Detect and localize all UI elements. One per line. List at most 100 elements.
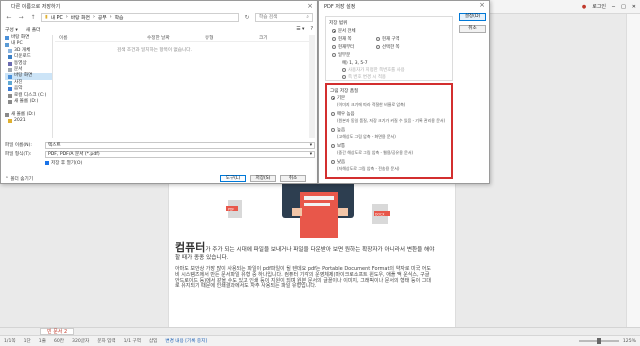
picture-icon [8,80,12,85]
image-quality-group: 그림 저장 품질 기본 (이미지 크기에 따라 적절한 비율로 압축) 매우 높… [325,83,453,179]
address-segment[interactable]: 내 PC [51,14,63,21]
file-type-select[interactable]: PDF, PDF/A 문서 (*.pdf) ▾ [45,150,315,158]
address-segment[interactable]: 바탕 화면 [71,14,90,21]
hide-folders-toggle[interactable]: ⌃ 폴더 숨기기 [5,176,33,182]
app-window-controls: ● 로그인 ─ □ ✕ [582,3,636,11]
pdf-cancel-button[interactable]: 취소 [459,25,486,33]
range-current-section-option[interactable]: 현재 구역 [376,36,400,42]
file-list[interactable]: 이름 수정한 날짜 유형 크기 검색 조건과 일치하는 항목이 없습니다. [55,35,309,138]
desktop-icon [5,36,9,41]
file-list-header: 이름 수정한 날짜 유형 크기 [55,35,309,42]
status-track[interactable]: 변경 내용 [기록 중지] [165,338,207,344]
tools-button[interactable]: 도구(L) [220,175,246,182]
checkbox[interactable] [45,161,49,165]
column-date[interactable]: 수정한 날짜 [147,35,205,41]
close-icon[interactable]: × [307,2,313,10]
status-cell: 60칸 [53,339,65,344]
help-icon[interactable]: ? [310,27,313,32]
empty-message: 검색 조건과 일치하는 항목이 없습니다. [117,48,192,53]
quality-high-option[interactable]: 높음 [331,127,345,133]
cube-icon [8,48,12,53]
close-icon[interactable]: × [479,1,485,9]
cancel-button[interactable]: 취소 [280,175,306,182]
zoom-handle[interactable] [596,338,601,344]
status-insert[interactable]: 삽입 [149,338,157,344]
file-type-row: 파일 형식(T): PDF, PDF/A 문서 (*.pdf) ▾ [5,150,315,158]
column-type[interactable]: 유형 [205,35,259,41]
view-options-icon[interactable]: ☰ ▾ [296,27,304,32]
radio-selected [332,29,336,33]
save-range-group: 저장 범위 문서 전체 현재 쪽 현재 구역 현재부터 선택한 쪽 일부분 예)… [325,16,453,81]
quality-low-option[interactable]: 낮음 [331,159,345,165]
range-from-current-option[interactable]: 현재부터 [332,44,354,50]
forward-icon[interactable]: → [17,14,25,21]
document-tab[interactable]: 빈 문서 2 [40,328,75,335]
file-name-input[interactable]: 텍스트 ▾ [45,141,315,149]
drive-icon [8,93,12,98]
heading-rest: 가 주가 되는 시대에 파일을 보내거나 파일을 다운받아 보면 원하는 확장자… [175,247,435,261]
search-placeholder: 학습 검색 [259,15,278,20]
dialog-title: 다른 이름으로 저장하기 [11,4,61,10]
status-input: 문자 입력 [97,339,116,344]
download-icon [8,55,12,60]
status-section: 1/1 구역 [123,339,141,344]
quality-normal-desc: (중간 해상도로 그림 압축 - 웹용/공유용 문서) [337,150,414,155]
minimize-icon[interactable]: ─ [612,4,615,10]
user-icon[interactable]: ● [582,4,586,10]
up-icon[interactable]: ↑ [29,14,37,21]
image-quality-title: 그림 저장 품질 [330,89,359,94]
vertical-scrollbar[interactable] [309,35,315,138]
refresh-icon[interactable]: ↻ [243,14,251,21]
document-paragraph: 아마도 보안상 가장 많이 사용되는 파일이 pdf파일이 될 텐데요 pdf는… [175,266,431,290]
address-bar[interactable]: ▮ 내 PC › 바탕 화면 › 공부 › 학습 [41,12,239,22]
status-bar: 1/1쪽 1단 1줄 60칸 320글자 문자 입력 1/1 구역 삽입 변경 … [0,335,640,346]
quality-default-desc: (이미지 크기에 따라 적절한 비율로 압축) [337,102,406,107]
address-segment[interactable]: 학습 [115,14,124,21]
zoom-level[interactable]: 125% [623,339,636,344]
navigation-row: ← → ↑ ▮ 내 PC › 바탕 화면 › 공부 › 학습 ↻ 학습 검색 ⌕ [5,12,313,22]
status-chars: 320글자 [72,339,90,344]
document-illustration: PDF DOCX [222,178,402,240]
pc-icon [5,42,9,47]
quality-normal-option[interactable]: 보통 [331,143,345,149]
svg-text:DOCX: DOCX [375,213,385,217]
document-heading: 컴퓨터가 주가 되는 시대에 파일을 보내거나 파일을 다운받아 보면 원하는 … [175,241,435,262]
heading-word: 컴퓨터 [175,241,206,254]
status-column: 1단 [23,339,31,344]
save-range-title: 저장 범위 [329,21,348,26]
quality-very-high-option[interactable]: 매우 높음 [331,111,355,117]
chevron-down-icon: ▾ [309,151,312,157]
open-after-save-label: 저장 후 열기(O) [51,161,83,166]
search-input[interactable]: 학습 검색 ⌕ [255,12,313,22]
nav-item-folder-2021[interactable]: 2021 [5,118,52,124]
column-size[interactable]: 크기 [259,35,299,41]
column-name[interactable]: 이름 [55,35,147,41]
save-button[interactable]: 저장(S) [250,175,276,182]
drive-icon [5,112,9,117]
zoom-slider[interactable] [578,338,619,344]
range-current-page-option[interactable]: 현재 쪽 [332,36,352,42]
status-line: 1줄 [38,339,46,344]
address-segment[interactable]: 공부 [98,14,107,21]
close-app-icon[interactable]: ✕ [632,4,636,10]
quality-low-desc: (저해상도로 그림 압축 - 전송용 문서) [337,166,400,171]
file-name-label: 파일 이름(N): [5,143,32,148]
back-icon[interactable]: ← [5,14,13,21]
login-link[interactable]: 로그인 [592,3,606,10]
svg-text:PDF: PDF [228,208,234,212]
drive-icon [8,100,12,105]
range-all-option[interactable]: 문서 전체 [332,28,356,34]
range-selected-pages-option[interactable]: 선택한 쪽 [376,44,400,50]
music-icon [8,87,12,92]
file-name-row: 파일 이름(N): 텍스트 ▾ [5,141,315,149]
quality-default-option[interactable]: 기본 [331,95,345,101]
range-partial-option[interactable]: 일부분 [332,52,350,58]
file-type-label: 파일 형식(T): [5,152,32,157]
maximize-icon[interactable]: □ [621,4,626,10]
navigation-pane: 바탕 화면 내 PC 3D 개체 다운로드 동영상 문서 바탕 화면 사진 음악… [5,35,53,138]
organize-button[interactable]: 구성 ▾ [5,26,18,33]
new-folder-button[interactable]: 새 폴더 [26,26,41,33]
open-after-save-option[interactable]: 저장 후 열기(O) [45,160,82,166]
confirm-button[interactable]: 설정(D) [459,13,486,21]
save-as-dialog: 다른 이름으로 저장하기 × ← → ↑ ▮ 내 PC › 바탕 화면 › 공부 › … [0,0,318,184]
